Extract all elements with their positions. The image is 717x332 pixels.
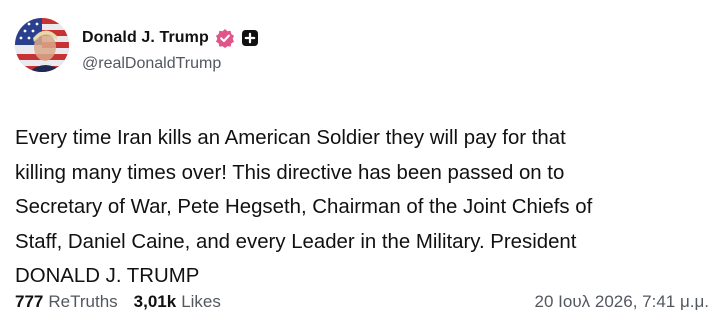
avatar[interactable] xyxy=(15,18,69,72)
user-handle[interactable]: @realDonaldTrump xyxy=(82,55,259,73)
post-timestamp[interactable]: 20 Ιουλ 2026, 7:41 μ.μ. xyxy=(535,292,709,312)
post-text: Every time Iran kills an American Soldie… xyxy=(15,127,593,287)
post-stats: 777 ReTruths 3,01k Likes xyxy=(15,292,237,312)
author-info: Donald J. Trump @realDonaldTrump xyxy=(82,18,259,73)
display-name[interactable]: Donald J. Trump xyxy=(82,29,209,47)
post-footer: 777 ReTruths 3,01k Likes 20 Ιουλ 2026, 7… xyxy=(15,292,709,312)
retruths-label: ReTruths xyxy=(48,292,118,311)
post-header: Donald J. Trump @realDonaldTrump xyxy=(15,18,702,78)
plus-badge-icon xyxy=(241,29,259,47)
avatar-image xyxy=(15,18,69,72)
name-row: Donald J. Trump xyxy=(82,27,259,49)
retruths-stat[interactable]: 777 ReTruths xyxy=(15,292,118,312)
likes-label: Likes xyxy=(181,292,221,311)
retruths-count: 777 xyxy=(15,292,44,311)
likes-stat[interactable]: 3,01k Likes xyxy=(134,292,221,312)
verified-badge-icon xyxy=(215,28,235,48)
post-card: Donald J. Trump @realDonaldTrump Every t… xyxy=(0,0,717,332)
likes-count: 3,01k xyxy=(133,292,177,311)
